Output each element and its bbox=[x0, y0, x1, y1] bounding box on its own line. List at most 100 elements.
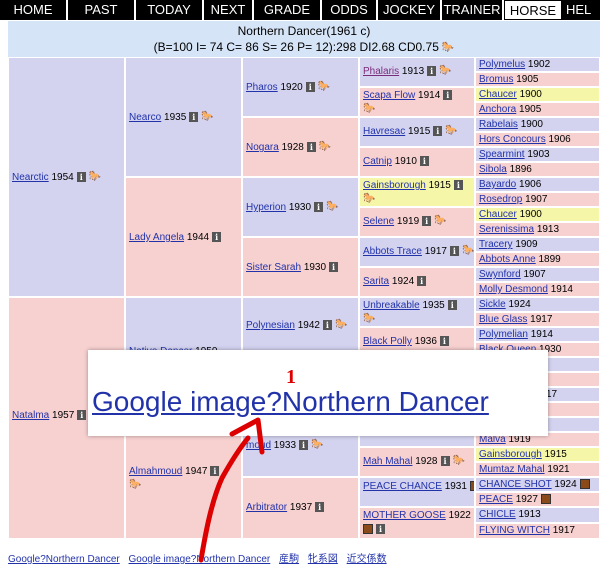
horse-icon[interactable]: 🐎 bbox=[445, 126, 457, 136]
horse-link[interactable]: Polymelian bbox=[479, 329, 528, 340]
horse-link[interactable]: FLYING WITCH bbox=[479, 525, 550, 536]
horse-icon[interactable]: 🐎 bbox=[129, 480, 141, 490]
horse-link[interactable]: Almahmoud bbox=[129, 466, 182, 477]
inbreeding-link[interactable]: 近交係数 bbox=[347, 554, 387, 565]
horse-icon[interactable]: 🐎 bbox=[335, 320, 347, 330]
info-icon[interactable]: i bbox=[453, 180, 463, 191]
horse-link[interactable]: Catnip bbox=[363, 156, 392, 167]
horse-icon[interactable]: 🐎 bbox=[439, 66, 451, 76]
info-icon[interactable]: i bbox=[76, 172, 86, 183]
info-icon[interactable]: i bbox=[314, 202, 324, 213]
horse-icon[interactable]: 🐎 bbox=[434, 216, 446, 226]
horse-link[interactable]: Sister Sarah bbox=[246, 262, 301, 273]
horse-link[interactable]: PEACE CHANCE bbox=[363, 481, 442, 492]
tab-jockey[interactable]: JOCKEY bbox=[378, 0, 442, 20]
horse-icon[interactable]: 🐎 bbox=[318, 82, 330, 92]
horse-link[interactable]: MOTHER GOOSE bbox=[363, 510, 446, 521]
horse-link[interactable]: Mah Mahal bbox=[363, 456, 412, 467]
tab-horse[interactable]: HORSE bbox=[504, 0, 562, 20]
info-icon[interactable]: i bbox=[189, 112, 199, 123]
info-icon[interactable]: i bbox=[447, 300, 457, 311]
info-icon[interactable]: i bbox=[376, 524, 385, 535]
horse-link[interactable]: Mumtaz Mahal bbox=[479, 464, 545, 475]
info-icon[interactable]: i bbox=[306, 142, 316, 153]
zoomed-google-image-link[interactable]: Google image?Northern Dancer bbox=[92, 386, 489, 418]
google-search-link[interactable]: Google?Northern Dancer bbox=[8, 554, 120, 565]
horse-icon[interactable]: 🐎 bbox=[326, 202, 338, 212]
horse-link[interactable]: Sibola bbox=[479, 164, 507, 175]
horse-link[interactable]: Gainsborough bbox=[479, 449, 542, 460]
horse-link[interactable]: Selene bbox=[363, 216, 394, 227]
horse-link[interactable]: Abbots Anne bbox=[479, 254, 536, 265]
info-icon[interactable]: i bbox=[419, 156, 429, 167]
horse-link[interactable]: Abbots Trace bbox=[363, 246, 422, 257]
horse-link[interactable]: Lady Angela bbox=[129, 232, 184, 243]
tab-grade[interactable]: GRADE bbox=[254, 0, 322, 20]
horse-link[interactable]: Polynesian bbox=[246, 320, 295, 331]
info-icon[interactable]: i bbox=[299, 440, 309, 451]
offspring-link[interactable]: 産駒 bbox=[279, 554, 299, 565]
tab-past[interactable]: PAST bbox=[68, 0, 136, 20]
horse-link[interactable]: Hyperion bbox=[246, 202, 286, 213]
tab-home[interactable]: HOME bbox=[0, 0, 68, 20]
horse-link[interactable]: CHANCE SHOT bbox=[479, 479, 552, 490]
info-icon[interactable]: i bbox=[77, 410, 87, 421]
google-image-link[interactable]: Google image?Northern Dancer bbox=[129, 554, 271, 565]
female-line-link[interactable]: 牝系図 bbox=[308, 554, 338, 565]
info-icon[interactable]: i bbox=[417, 276, 427, 287]
horse-icon[interactable]: 🐎 bbox=[462, 246, 474, 256]
horse-link[interactable]: Gainsborough bbox=[363, 180, 426, 191]
info-icon[interactable]: i bbox=[315, 502, 325, 513]
info-icon[interactable]: i bbox=[322, 320, 332, 331]
horse-link[interactable]: Bromus bbox=[479, 74, 513, 85]
brown-box-icon[interactable] bbox=[363, 524, 373, 535]
horse-link[interactable]: Spearmint bbox=[479, 149, 525, 160]
horse-link[interactable]: Molly Desmond bbox=[479, 284, 548, 295]
horse-icon[interactable]: 🐎 bbox=[319, 142, 331, 152]
horse-link[interactable]: Polymelus bbox=[479, 59, 525, 70]
horse-icon[interactable]: 🐎 bbox=[311, 440, 323, 450]
horse-link[interactable]: moud bbox=[246, 440, 271, 451]
info-icon[interactable]: i bbox=[329, 262, 339, 273]
info-icon[interactable]: i bbox=[210, 466, 220, 477]
horse-link[interactable]: Scapa Flow bbox=[363, 90, 415, 101]
info-icon[interactable]: i bbox=[433, 126, 443, 137]
horse-link[interactable]: Black Polly bbox=[363, 336, 412, 347]
horse-link[interactable]: Rosedrop bbox=[479, 194, 522, 205]
horse-icon[interactable]: 🐎 bbox=[363, 194, 375, 204]
tab-odds[interactable]: ODDS bbox=[322, 0, 378, 20]
horse-link[interactable]: Havresac bbox=[363, 126, 405, 137]
horse-icon[interactable]: 🐎 bbox=[453, 456, 465, 466]
horse-link[interactable]: Nearco bbox=[129, 112, 161, 123]
info-icon[interactable]: i bbox=[422, 216, 432, 227]
horse-link[interactable]: Rabelais bbox=[479, 119, 518, 130]
info-icon[interactable]: i bbox=[443, 90, 453, 101]
horse-icon[interactable]: 🐎 bbox=[201, 112, 213, 122]
horse-link[interactable]: Anchora bbox=[479, 104, 516, 115]
info-icon[interactable]: i bbox=[449, 246, 459, 257]
horse-link[interactable]: Sickle bbox=[479, 299, 506, 310]
sire-link[interactable]: Nearctic bbox=[12, 172, 49, 183]
horse-link[interactable]: Nogara bbox=[246, 142, 279, 153]
horse-icon[interactable]: 🐎 bbox=[442, 42, 454, 53]
horse-link[interactable]: Sarita bbox=[363, 276, 389, 287]
horse-link[interactable]: Chaucer bbox=[479, 209, 517, 220]
horse-link[interactable]: Hors Concours bbox=[479, 134, 546, 145]
brown-box-icon[interactable] bbox=[540, 494, 551, 505]
horse-link[interactable]: PEACE bbox=[479, 494, 513, 505]
horse-link[interactable]: Arbitrator bbox=[246, 502, 287, 513]
horse-link[interactable]: Swynford bbox=[479, 269, 521, 280]
info-icon[interactable]: i bbox=[439, 336, 449, 347]
info-icon[interactable]: i bbox=[305, 82, 315, 93]
info-icon[interactable]: i bbox=[440, 456, 450, 467]
horse-link[interactable]: Chaucer bbox=[479, 89, 517, 100]
horse-link[interactable]: Phalaris bbox=[363, 66, 399, 77]
horse-link[interactable]: Serenissima bbox=[479, 224, 534, 235]
brown-box-icon[interactable] bbox=[579, 479, 590, 490]
dam-link[interactable]: Natalma bbox=[12, 410, 49, 421]
info-icon[interactable]: i bbox=[427, 66, 437, 77]
horse-link[interactable]: CHICLE bbox=[479, 509, 516, 520]
tab-next[interactable]: NEXT bbox=[204, 0, 254, 20]
horse-link[interactable]: Blue Glass bbox=[479, 314, 527, 325]
horse-link[interactable]: Tracery bbox=[479, 239, 513, 250]
